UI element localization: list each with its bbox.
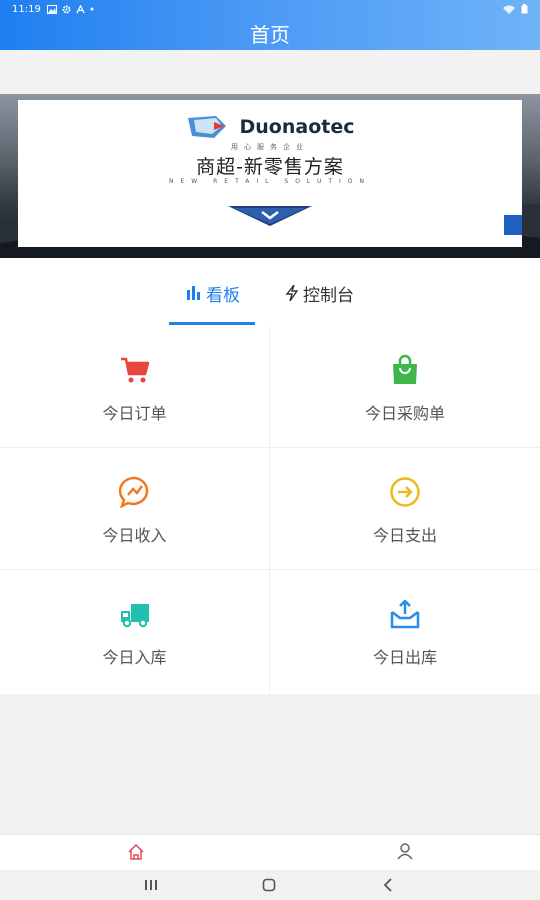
tile-label: 今日收入	[102, 526, 167, 545]
bottom-nav	[0, 834, 540, 870]
battery-icon	[521, 4, 528, 14]
active-tab-indicator	[169, 322, 255, 325]
dashboard-grid: 今日订单 今日采购单 今日收入 今日支出 今日入库 今日出库	[0, 326, 540, 694]
brand-slogan: 用心服务企业	[231, 143, 309, 151]
page-title: 首页	[250, 23, 290, 47]
bar-chart-icon	[187, 286, 200, 300]
arrow-circle-icon	[390, 477, 420, 507]
chevron-down-icon	[228, 206, 312, 226]
user-icon[interactable]	[396, 842, 414, 860]
banner-area: Duonaotec 用心服务企业 商超-新零售方案 NEW RETAIL SOL…	[0, 50, 540, 258]
tab-kanban-label: 看板	[206, 285, 240, 306]
status-time: 11:19	[12, 3, 41, 15]
home-icon[interactable]	[127, 843, 145, 861]
tab-console[interactable]: 控制台	[285, 282, 354, 306]
tab-console-label: 控制台	[303, 285, 354, 306]
system-home-icon[interactable]	[262, 878, 276, 892]
income-chat-icon	[119, 476, 149, 508]
tile-today-inbound[interactable]: 今日入库	[0, 570, 270, 692]
dot-icon	[90, 7, 94, 11]
shopping-bag-icon	[393, 354, 417, 384]
banner-indicator	[504, 215, 522, 235]
duonaotec-logo-icon	[187, 116, 226, 138]
tab-kanban[interactable]: 看板	[186, 282, 240, 306]
tile-today-orders[interactable]: 今日订单	[0, 326, 270, 448]
back-icon[interactable]	[382, 878, 394, 892]
banner-tagline: 商超-新零售方案	[196, 156, 344, 178]
tile-label: 今日支出	[372, 526, 437, 545]
brand-name: Duonaotec	[239, 116, 355, 138]
tile-label: 今日出库	[372, 648, 437, 667]
banner-carousel[interactable]: Duonaotec 用心服务企业 商超-新零售方案 NEW RETAIL SOL…	[0, 94, 540, 258]
tile-today-outbound[interactable]: 今日出库	[270, 570, 540, 692]
app-header: 11:19 首页	[0, 0, 540, 50]
lightning-icon	[285, 285, 299, 301]
system-nav-bar	[0, 870, 540, 900]
tile-label: 今日入库	[102, 648, 167, 667]
shopping-cart-icon	[121, 357, 150, 383]
tile-label: 今日采购单	[364, 404, 445, 423]
settings-icon	[62, 5, 71, 13]
status-bar: 11:19	[0, 0, 540, 18]
accessibility-icon	[76, 4, 85, 13]
banner-tagline-english: NEW RETAIL SOLUTION	[168, 178, 371, 185]
tile-today-income[interactable]: 今日收入	[0, 448, 270, 570]
tab-bar: 看板 控制台	[0, 258, 540, 326]
recent-apps-icon[interactable]	[144, 879, 158, 891]
wifi-icon	[503, 5, 515, 14]
tile-today-expense[interactable]: 今日支出	[270, 448, 540, 570]
truck-icon	[121, 604, 149, 628]
brand-logo: Duonaotec	[18, 114, 522, 140]
banner-card: Duonaotec 用心服务企业 商超-新零售方案 NEW RETAIL SOL…	[18, 100, 522, 247]
tile-today-purchase[interactable]: 今日采购单	[270, 326, 540, 448]
gallery-icon	[46, 4, 57, 14]
tile-label: 今日订单	[102, 404, 167, 423]
outbox-icon	[390, 599, 420, 629]
